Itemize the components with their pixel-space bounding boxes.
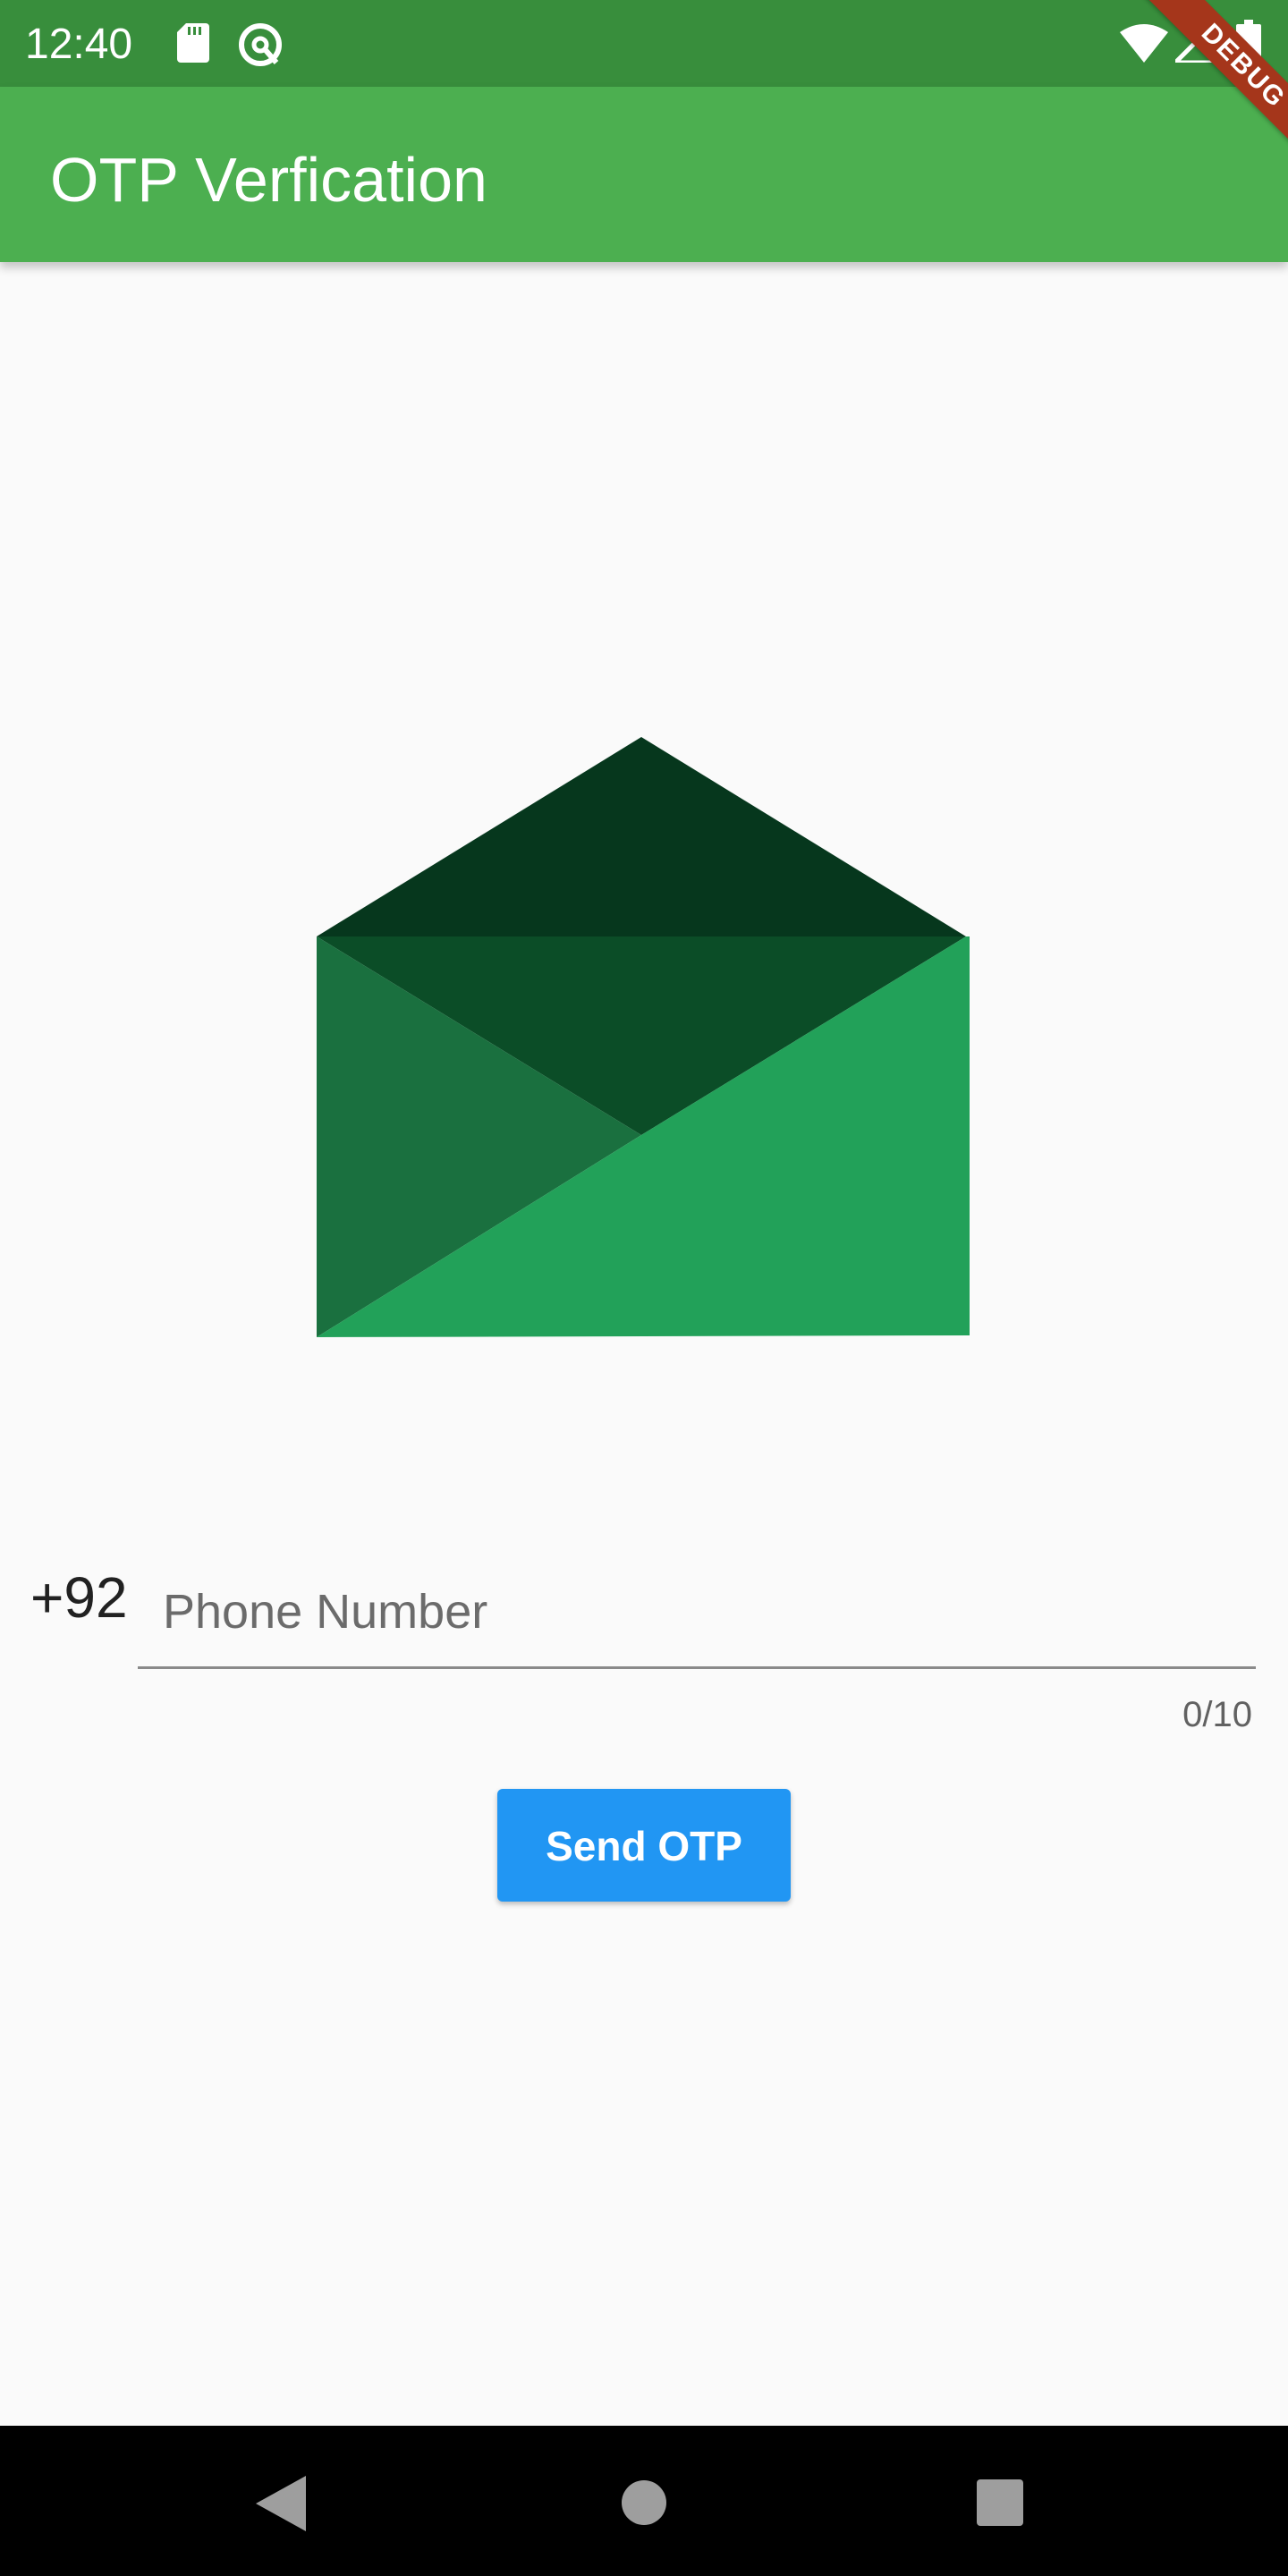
home-icon[interactable] xyxy=(621,2479,667,2526)
phone-number-input[interactable] xyxy=(138,1556,1256,1669)
back-icon[interactable] xyxy=(256,2476,306,2531)
q-icon xyxy=(239,23,282,66)
debug-banner-area: DEBUG xyxy=(1091,0,1288,197)
debug-banner: DEBUG xyxy=(1128,0,1288,182)
send-otp-button[interactable]: Send OTP xyxy=(497,1789,791,1902)
status-time: 12:40 xyxy=(25,21,133,68)
envelope-icon xyxy=(317,737,970,1337)
recents-icon[interactable] xyxy=(977,2479,1023,2526)
country-code-prefix: +92 xyxy=(30,1565,128,1630)
sd-card-icon xyxy=(177,23,209,63)
character-counter: 0/10 xyxy=(1182,1695,1252,1734)
navigation-bar xyxy=(0,2426,1288,2576)
envelope-flap xyxy=(317,737,966,936)
page-title: OTP Verfication xyxy=(50,145,487,215)
